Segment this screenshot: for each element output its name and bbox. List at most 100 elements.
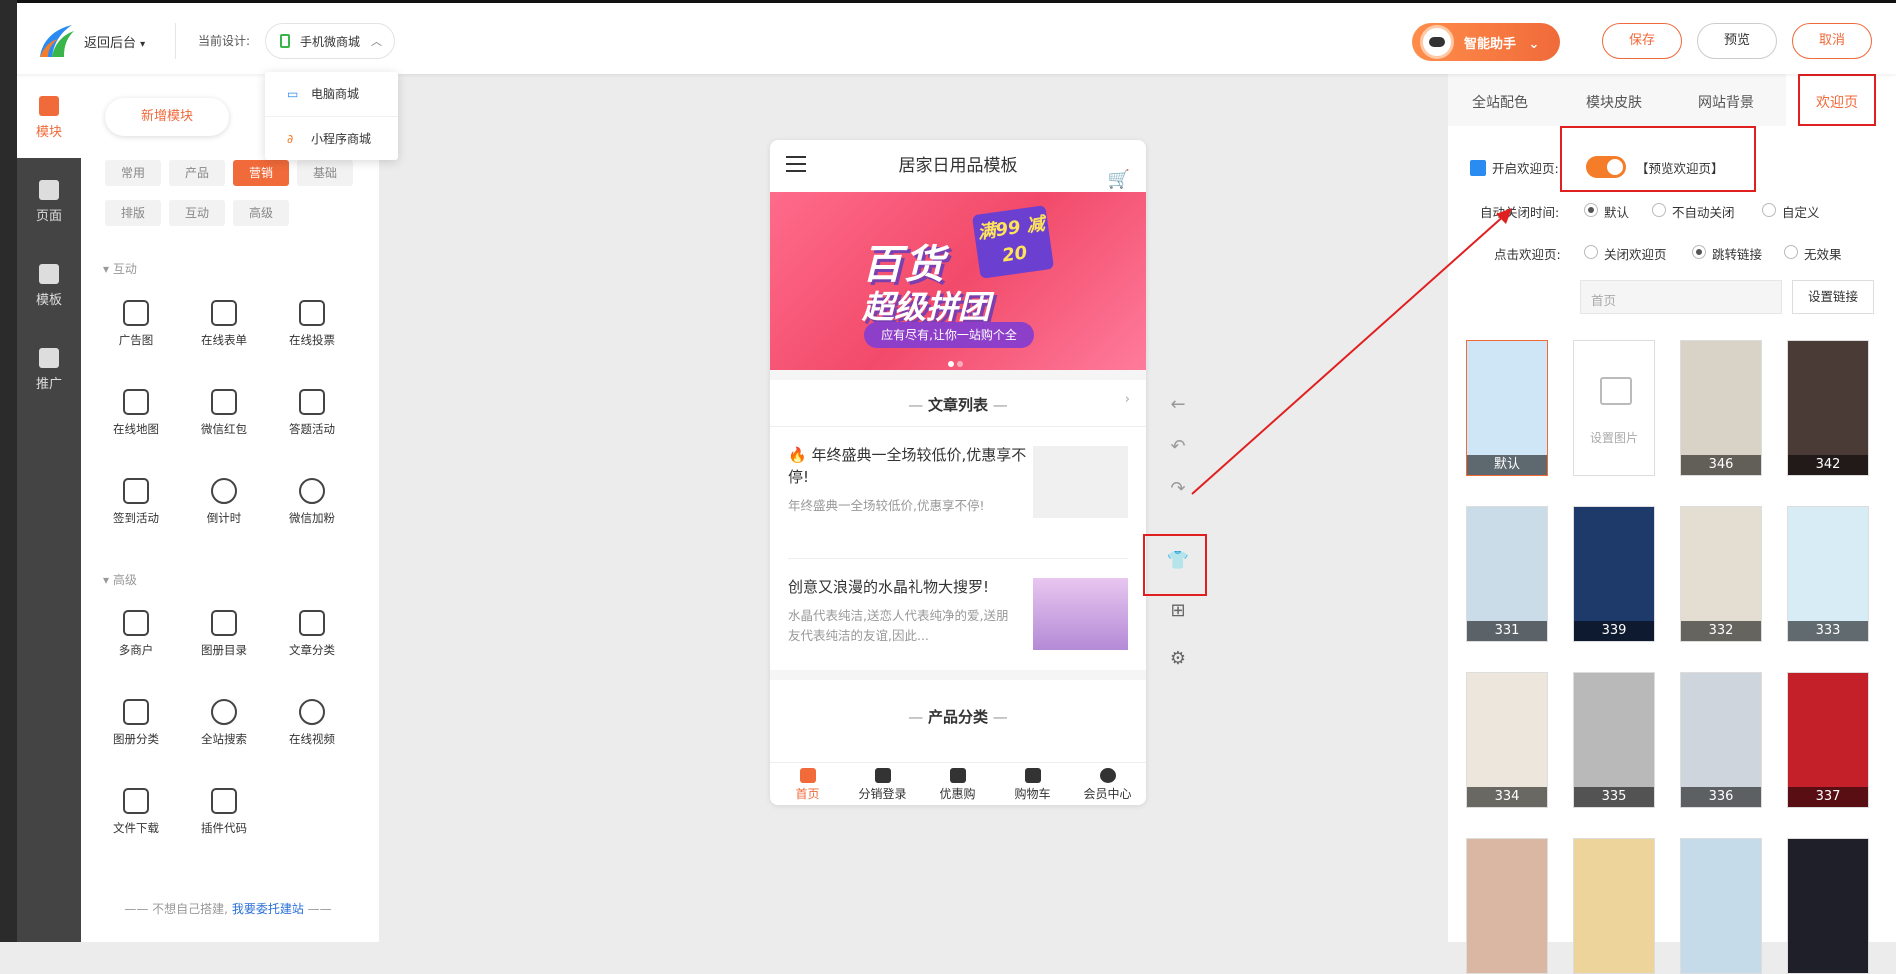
category-chip-active[interactable]: 营销 (233, 160, 289, 186)
ai-assistant-button[interactable]: 智能助手 ⌄ (1412, 23, 1560, 61)
module-ad-image[interactable]: 广告图 (95, 292, 177, 372)
chevron-right-icon[interactable]: › (1125, 392, 1130, 407)
tab-cart[interactable]: 购物车 (995, 763, 1070, 805)
footer-text: 不想自己搭建, (152, 902, 228, 916)
thumb-label: 346 (1681, 455, 1761, 475)
tab-site-background[interactable]: 网站背景 (1698, 92, 1754, 112)
back-to-admin-button[interactable]: 返回后台 ▾ (84, 32, 145, 51)
os-edge-strip (0, 0, 17, 942)
enable-label-text: 开启欢迎页: (1492, 161, 1559, 176)
welcome-template-thumb[interactable] (1466, 838, 1548, 974)
cancel-button[interactable]: 取消 (1792, 23, 1872, 59)
radio-jump-link[interactable]: 跳转链接 (1692, 244, 1762, 263)
save-button[interactable]: 保存 (1602, 23, 1682, 59)
settings-icon[interactable]: ⚙ (1158, 648, 1198, 669)
tab-label: 会员中心 (1083, 787, 1132, 801)
module-icon (39, 96, 59, 116)
welcome-template-thumb[interactable]: 332 (1680, 506, 1762, 642)
tab-member[interactable]: 会员中心 (1070, 763, 1145, 805)
welcome-template-thumb[interactable] (1787, 838, 1869, 974)
article-thumbnail[interactable] (1033, 578, 1128, 650)
welcome-template-thumb[interactable]: 331 (1466, 506, 1548, 642)
download-icon (123, 788, 149, 814)
category-chip[interactable]: 高级 (233, 200, 289, 226)
carousel-dots[interactable] (948, 356, 968, 367)
set-link-button[interactable]: 设置链接 (1792, 280, 1874, 314)
radio-custom-close[interactable]: 自定义 (1762, 202, 1820, 221)
radio-no-auto-close[interactable]: 不自动关闭 (1652, 202, 1735, 221)
module-quiz[interactable]: 答题活动 (271, 381, 353, 461)
gift-icon (950, 768, 966, 783)
tab-module-skin[interactable]: 模块皮肤 (1586, 92, 1642, 112)
article-thumbnail[interactable] (1033, 446, 1128, 518)
phone-tabbar: 首页 分销登录 优惠购 购物车 会员中心 (770, 762, 1146, 805)
sidenav-item-page[interactable]: 页面 (17, 158, 81, 242)
current-design-select[interactable]: 手机微商城 ︿ (265, 23, 395, 59)
radio-no-effect[interactable]: 无效果 (1784, 244, 1842, 263)
article-title[interactable]: 🔥 年终盛典一全场较低价,优惠享不停! (788, 444, 1028, 488)
welcome-template-thumb[interactable]: 337 (1787, 672, 1869, 808)
preview-button[interactable]: 预览 (1697, 23, 1777, 59)
sidenav-item-promote[interactable]: 推广 (17, 326, 81, 410)
section-label: 互动 (112, 262, 137, 276)
category-chip[interactable]: 排版 (105, 200, 161, 226)
welcome-template-thumb[interactable]: 346 (1680, 340, 1762, 476)
welcome-template-thumb[interactable] (1573, 838, 1655, 974)
category-chip[interactable]: 基础 (297, 160, 353, 186)
category-chip[interactable]: 常用 (105, 160, 161, 186)
module-countdown[interactable]: 倒计时 (183, 470, 265, 550)
module-label: 在线视频 (289, 732, 335, 746)
module-album-directory[interactable]: 图册目录 (183, 602, 265, 682)
tab-distribution-login[interactable]: 分销登录 (845, 763, 920, 805)
welcome-template-thumb[interactable]: 335 (1573, 672, 1655, 808)
dropdown-item-pc-mall[interactable]: ▭ 电脑商城 (265, 72, 398, 116)
enable-welcome-label: 开启欢迎页: (1470, 158, 1559, 177)
welcome-template-thumb[interactable]: 334 (1466, 672, 1548, 808)
apps-icon[interactable]: ⊞ (1158, 600, 1198, 621)
section-advanced-header[interactable]: ▾ 高级 (103, 571, 137, 588)
entrust-build-link[interactable]: 我要委托建站 (232, 902, 304, 916)
category-chip[interactable]: 互动 (169, 200, 225, 226)
section-interactive-header[interactable]: ▾ 互动 (103, 260, 137, 277)
module-online-video[interactable]: 在线视频 (271, 691, 353, 771)
link-input[interactable]: 首页 (1580, 280, 1782, 314)
welcome-template-thumb[interactable]: 336 (1680, 672, 1762, 808)
tab-add-module[interactable]: 新增模块 (105, 98, 229, 136)
module-album-category[interactable]: 图册分类 (95, 691, 177, 771)
module-article-category[interactable]: 文章分类 (271, 602, 353, 682)
store-icon (123, 610, 149, 636)
module-multi-merchant[interactable]: 多商户 (95, 602, 177, 682)
bar-chart-icon (299, 300, 325, 326)
tab-home[interactable]: 首页 (770, 763, 845, 805)
divider (175, 23, 176, 59)
chevron-up-icon: ︿ (371, 35, 382, 48)
sidenav-item-template[interactable]: 模板 (17, 242, 81, 326)
module-file-download[interactable]: 文件下载 (95, 780, 177, 860)
hamburger-menu-icon[interactable] (786, 156, 806, 172)
welcome-template-thumb[interactable]: 339 (1573, 506, 1655, 642)
module-wechat-follow[interactable]: 微信加粉 (271, 470, 353, 550)
welcome-template-thumb[interactable]: 333 (1787, 506, 1869, 642)
tab-site-color[interactable]: 全站配色 (1472, 92, 1528, 112)
module-plugin-code[interactable]: 插件代码 (183, 780, 265, 860)
module-checkin[interactable]: 签到活动 (95, 470, 177, 550)
design-dropdown-menu: ▭ 电脑商城 ∂ 小程序商城 (265, 72, 398, 160)
radio-auto-close-default[interactable]: 默认 (1584, 202, 1629, 221)
article-title[interactable]: 创意又浪漫的水晶礼物大搜罗! (788, 576, 1028, 598)
ad-icon (123, 300, 149, 326)
dropdown-item-miniprogram-mall[interactable]: ∂ 小程序商城 (265, 116, 398, 160)
banner-image[interactable]: 满99 减20 百货 超级拼团 应有尽有,让你一站购个全 (770, 192, 1146, 370)
module-wechat-redpacket[interactable]: 微信红包 (183, 381, 265, 461)
module-label: 在线地图 (113, 422, 159, 436)
welcome-template-thumb[interactable]: 342 (1787, 340, 1869, 476)
module-online-vote[interactable]: 在线投票 (271, 292, 353, 372)
welcome-template-thumb[interactable] (1680, 838, 1762, 974)
module-online-map[interactable]: 在线地图 (95, 381, 177, 461)
module-site-search[interactable]: 全站搜索 (183, 691, 265, 771)
set-image-tile[interactable]: 设置图片 (1573, 340, 1655, 476)
tab-discount[interactable]: 优惠购 (920, 763, 995, 805)
sidenav-item-module[interactable]: 模块 (17, 74, 81, 158)
category-chip[interactable]: 产品 (169, 160, 225, 186)
radio-close-welcome[interactable]: 关闭欢迎页 (1584, 244, 1667, 263)
module-online-form[interactable]: 在线表单 (183, 292, 265, 372)
